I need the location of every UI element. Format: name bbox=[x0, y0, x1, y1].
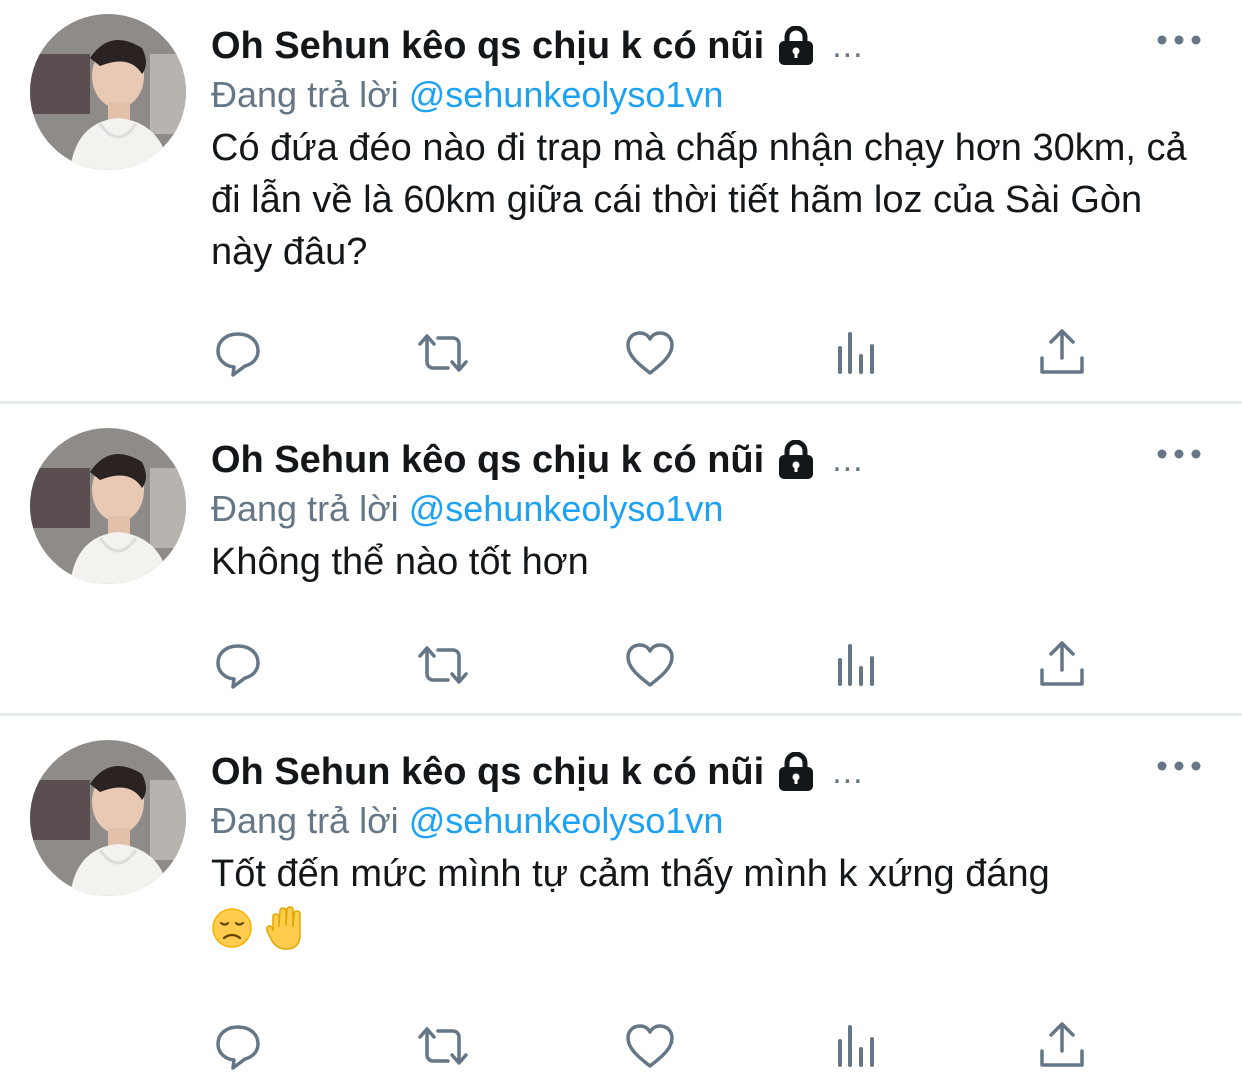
reply-prefix: Đang trả lời bbox=[211, 488, 399, 529]
avatar[interactable] bbox=[30, 740, 186, 896]
tweet-text: Có đứa đéo nào đi trap mà chấp nhận chạy… bbox=[211, 127, 1187, 273]
reply-icon bbox=[216, 1025, 260, 1070]
like-icon bbox=[626, 1024, 674, 1068]
analytics-icon bbox=[838, 332, 874, 374]
like-button[interactable] bbox=[623, 326, 677, 380]
reply-icon bbox=[216, 332, 260, 377]
tweet-actions bbox=[0, 326, 1242, 380]
analytics-button[interactable] bbox=[830, 326, 884, 380]
replying-to: Đang trả lời @sehunkeolyso1vn bbox=[211, 486, 723, 532]
tweet[interactable]: Oh Sehun kêo qs chịu k có nũi ... Đang t… bbox=[0, 414, 1242, 714]
tweet-text: Không thể nào tốt hơn bbox=[211, 541, 589, 583]
tweet-actions bbox=[0, 638, 1242, 692]
tweet-header: Oh Sehun kêo qs chịu k có nũi ... bbox=[211, 746, 864, 798]
analytics-button[interactable] bbox=[830, 1019, 884, 1073]
share-button[interactable] bbox=[1035, 638, 1089, 692]
tweet-actions bbox=[0, 1019, 1242, 1073]
retweet-button[interactable] bbox=[416, 326, 470, 380]
tweet[interactable]: Oh Sehun kêo qs chịu k có nũi ... Đang t… bbox=[0, 726, 1242, 1089]
reply-prefix: Đang trả lời bbox=[211, 74, 399, 115]
analytics-icon bbox=[838, 644, 874, 686]
like-button[interactable] bbox=[623, 638, 677, 692]
tweet-header: Oh Sehun kêo qs chịu k có nũi ... bbox=[211, 434, 864, 486]
lock-icon bbox=[779, 752, 814, 791]
share-button[interactable] bbox=[1035, 1019, 1089, 1073]
more-dots-icon[interactable] bbox=[1156, 756, 1202, 776]
name-truncation: ... bbox=[832, 440, 864, 479]
divider bbox=[0, 401, 1242, 404]
replying-to: Đang trả lời @sehunkeolyso1vn bbox=[211, 72, 723, 118]
name-truncation: ... bbox=[832, 752, 864, 791]
tweet[interactable]: Oh Sehun kêo qs chịu k có nũi ... Đang t… bbox=[0, 0, 1242, 402]
more-dots-icon[interactable] bbox=[1156, 444, 1202, 464]
retweet-icon bbox=[418, 646, 468, 684]
avatar[interactable] bbox=[30, 428, 186, 584]
display-name[interactable]: Oh Sehun kêo qs chịu k có nũi bbox=[211, 439, 764, 482]
reply-handle-link[interactable]: @sehunkeolyso1vn bbox=[409, 800, 724, 841]
share-button[interactable] bbox=[1035, 326, 1089, 380]
disappointed-face-icon bbox=[212, 908, 252, 948]
display-name[interactable]: Oh Sehun kêo qs chịu k có nũi bbox=[211, 25, 764, 68]
reply-button[interactable] bbox=[211, 1019, 265, 1073]
retweet-button[interactable] bbox=[416, 1019, 470, 1073]
lock-icon bbox=[779, 26, 814, 65]
like-icon bbox=[626, 643, 674, 687]
divider bbox=[0, 713, 1242, 716]
name-truncation: ... bbox=[832, 26, 864, 65]
replying-to: Đang trả lời @sehunkeolyso1vn bbox=[211, 798, 723, 844]
tweet-header: Oh Sehun kêo qs chịu k có nũi ... bbox=[211, 20, 864, 72]
avatar[interactable] bbox=[30, 14, 186, 170]
analytics-icon bbox=[838, 1025, 874, 1067]
lock-icon bbox=[779, 440, 814, 479]
retweet-icon bbox=[418, 1027, 468, 1065]
retweet-icon bbox=[418, 334, 468, 372]
share-icon bbox=[1040, 1022, 1084, 1067]
raised-hand-icon bbox=[266, 906, 301, 950]
tweet-text: Tốt đến mức mình tự cảm thấy mình k xứng… bbox=[211, 853, 1050, 895]
more-dots-icon[interactable] bbox=[1156, 30, 1202, 50]
like-icon bbox=[626, 331, 674, 375]
emoji-line bbox=[211, 902, 1201, 954]
reply-icon bbox=[216, 644, 260, 689]
reply-handle-link[interactable]: @sehunkeolyso1vn bbox=[409, 74, 724, 115]
analytics-button[interactable] bbox=[830, 638, 884, 692]
display-name[interactable]: Oh Sehun kêo qs chịu k có nũi bbox=[211, 751, 764, 794]
reply-button[interactable] bbox=[211, 638, 265, 692]
reply-prefix: Đang trả lời bbox=[211, 800, 399, 841]
share-icon bbox=[1040, 641, 1084, 686]
like-button[interactable] bbox=[623, 1019, 677, 1073]
retweet-button[interactable] bbox=[416, 638, 470, 692]
tweet-feed: Oh Sehun kêo qs chịu k có nũi ... Đang t… bbox=[0, 0, 1242, 1089]
reply-handle-link[interactable]: @sehunkeolyso1vn bbox=[409, 488, 724, 529]
share-icon bbox=[1040, 329, 1084, 374]
reply-button[interactable] bbox=[211, 326, 265, 380]
tweet-text-block: Tốt đến mức mình tự cảm thấy mình k xứng… bbox=[211, 848, 1201, 954]
